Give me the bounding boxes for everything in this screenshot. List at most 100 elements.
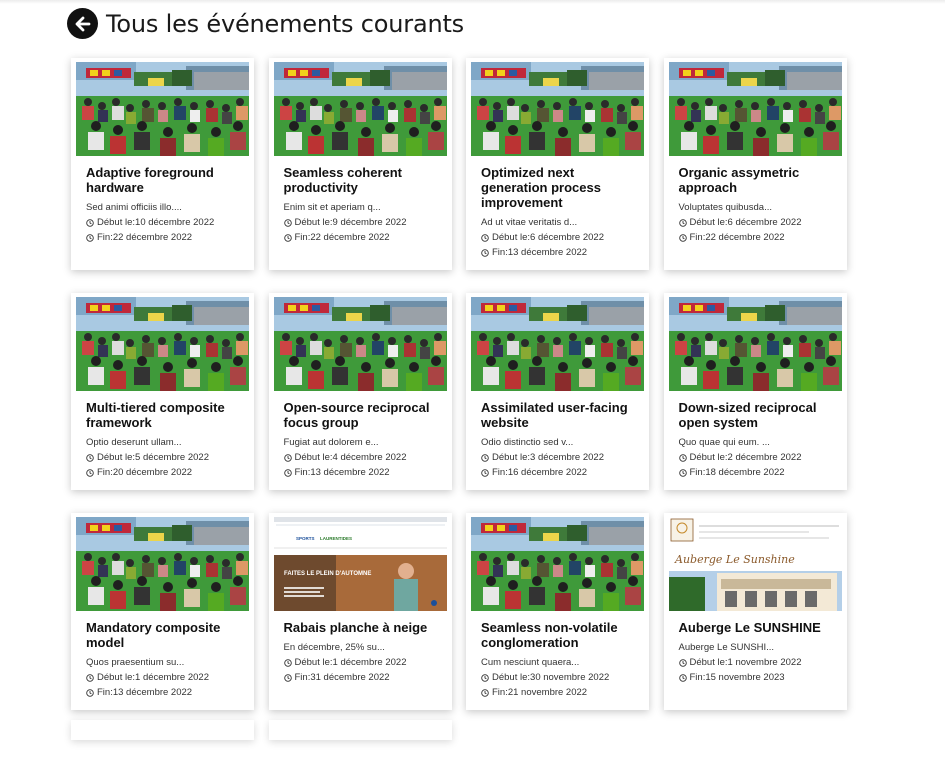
clock-icon: [283, 218, 292, 227]
clock-icon: [283, 233, 292, 242]
page-header: Tous les événements courants: [67, 8, 464, 39]
event-image: Auberge Le Sunshine: [668, 517, 842, 611]
event-card-partial[interactable]: [71, 720, 254, 740]
event-card[interactable]: Down-sized reciprocal open system Quo qu…: [663, 293, 847, 490]
clock-icon: [283, 468, 292, 477]
event-end-date: Fin: 15 novembre 2023: [678, 672, 832, 683]
end-label: Fin:: [97, 232, 113, 243]
end-value: 22 décembre 2022: [310, 232, 390, 243]
event-grid: Adaptive foreground hardware Sed animi o…: [71, 58, 861, 740]
start-value: 1 décembre 2022: [135, 672, 209, 683]
event-start-date: Début le: 9 décembre 2022: [283, 217, 437, 228]
event-description: Auberge Le SUNSHI...: [678, 642, 775, 653]
clock-icon: [481, 453, 489, 462]
end-value: 20 décembre 2022: [112, 467, 193, 478]
event-card[interactable]: Auberge Le Sunshine Auberge Le SUNSHINE …: [663, 513, 847, 710]
event-title: Rabais planche à neige: [283, 620, 428, 635]
clock-icon: [678, 218, 687, 227]
event-start-date: Début le: 4 décembre 2022: [283, 452, 437, 463]
event-end-date: Fin: 31 décembre 2022: [283, 672, 437, 683]
end-label: Fin:: [294, 467, 311, 478]
clock-icon: [481, 468, 489, 477]
svg-text:Auberge Le Sunshine: Auberge Le Sunshine: [674, 553, 795, 566]
event-title: Adaptive foreground hardware: [86, 165, 214, 195]
end-label: Fin:: [294, 672, 311, 683]
start-label: Début le:: [492, 232, 531, 243]
end-value: 21 novembre 2022: [507, 687, 588, 698]
event-start-date: Début le: 6 décembre 2022: [481, 232, 634, 243]
event-card[interactable]: Adaptive foreground hardware Sed animi o…: [71, 58, 254, 270]
event-description: Voluptates quibusda...: [678, 202, 773, 213]
event-image: [668, 297, 842, 391]
event-end-date: Fin: 22 décembre 2022: [678, 232, 832, 243]
start-value: 2 décembre 2022: [727, 452, 802, 463]
clock-icon: [283, 658, 292, 667]
clock-icon: [86, 468, 94, 477]
event-card[interactable]: Open-source reciprocal focus group Fugia…: [268, 293, 452, 490]
end-value: 31 décembre 2022: [310, 672, 390, 683]
clock-icon: [678, 453, 687, 462]
start-label: Début le:: [294, 452, 333, 463]
event-description: Sed animi officiis illo....: [86, 202, 182, 213]
start-value: 1 décembre 2022: [332, 657, 407, 668]
start-value: 4 décembre 2022: [332, 452, 407, 463]
event-start-date: Début le: 1 décembre 2022: [86, 672, 239, 683]
event-card[interactable]: Seamless coherent productivity Enim sit …: [268, 58, 452, 270]
back-button[interactable]: [67, 8, 98, 39]
event-start-date: Début le: 1 décembre 2022: [283, 657, 437, 668]
clock-icon: [86, 218, 94, 227]
event-description: Fugiat aut dolorem e...: [283, 437, 379, 448]
clock-icon: [678, 468, 687, 477]
event-image: [76, 517, 249, 611]
event-end-date: Fin: 13 décembre 2022: [283, 467, 437, 478]
event-start-date: Début le: 10 décembre 2022: [86, 217, 239, 228]
event-image: [76, 62, 249, 156]
event-description: En décembre, 25% su...: [283, 642, 385, 653]
event-card[interactable]: Organic assymetric approach Voluptates q…: [663, 58, 847, 270]
event-card[interactable]: Multi-tiered composite framework Optio d…: [71, 293, 254, 490]
start-label: Début le:: [97, 672, 136, 683]
event-card[interactable]: Assimilated user-facing website Odio dis…: [466, 293, 649, 490]
event-card-partial[interactable]: [268, 720, 452, 740]
event-card[interactable]: Seamless non-volatile conglomeration Cum…: [466, 513, 649, 710]
start-value: 6 décembre 2022: [530, 232, 604, 243]
end-label: Fin:: [492, 247, 508, 258]
event-title: Organic assymetric approach: [678, 165, 800, 195]
event-end-date: Fin: 22 décembre 2022: [86, 232, 239, 243]
end-value: 22 décembre 2022: [705, 232, 785, 243]
event-description: Quo quae qui eum. ...: [678, 437, 770, 448]
arrow-left-icon: [75, 16, 90, 31]
event-title: Open-source reciprocal focus group: [283, 400, 430, 430]
event-image: [471, 62, 644, 156]
end-value: 15 novembre 2023: [705, 672, 785, 683]
event-end-date: Fin: 13 décembre 2022: [481, 247, 634, 258]
clock-icon: [678, 673, 687, 682]
start-value: 1 novembre 2022: [727, 657, 802, 668]
event-title: Down-sized reciprocal open system: [678, 400, 817, 430]
event-title: Seamless non-volatile conglomeration: [481, 620, 618, 650]
start-value: 9 décembre 2022: [332, 217, 407, 228]
event-description: Enim sit et aperiam q...: [283, 202, 381, 213]
event-card[interactable]: SPORTS LAURENTIDES FAITES LE PLEIN D'AUT…: [268, 513, 452, 710]
event-end-date: Fin: 22 décembre 2022: [283, 232, 437, 243]
end-value: 13 décembre 2022: [310, 467, 390, 478]
event-description: Odio distinctio sed v...: [481, 437, 574, 448]
event-start-date: Début le: 1 novembre 2022: [678, 657, 832, 668]
start-value: 30 novembre 2022: [530, 672, 610, 683]
start-value: 5 décembre 2022: [135, 452, 209, 463]
start-label: Début le:: [492, 452, 531, 463]
end-value: 18 décembre 2022: [705, 467, 785, 478]
event-card[interactable]: Mandatory composite model Quos praesenti…: [71, 513, 254, 710]
event-title: Assimilated user-facing website: [481, 400, 628, 430]
svg-text:FAITES LE PLEIN D'AUTOMNE: FAITES LE PLEIN D'AUTOMNE: [284, 571, 371, 577]
end-label: Fin:: [492, 687, 508, 698]
clock-icon: [283, 673, 292, 682]
end-label: Fin:: [97, 687, 113, 698]
end-value: 13 décembre 2022: [112, 687, 193, 698]
clock-icon: [481, 673, 489, 682]
event-image: SPORTS LAURENTIDES FAITES LE PLEIN D'AUT…: [273, 517, 447, 611]
event-description: Cum nesciunt quaera...: [481, 657, 580, 668]
end-label: Fin:: [97, 467, 113, 478]
event-card[interactable]: Optimized next generation process improv…: [466, 58, 649, 270]
event-end-date: Fin: 20 décembre 2022: [86, 467, 239, 478]
